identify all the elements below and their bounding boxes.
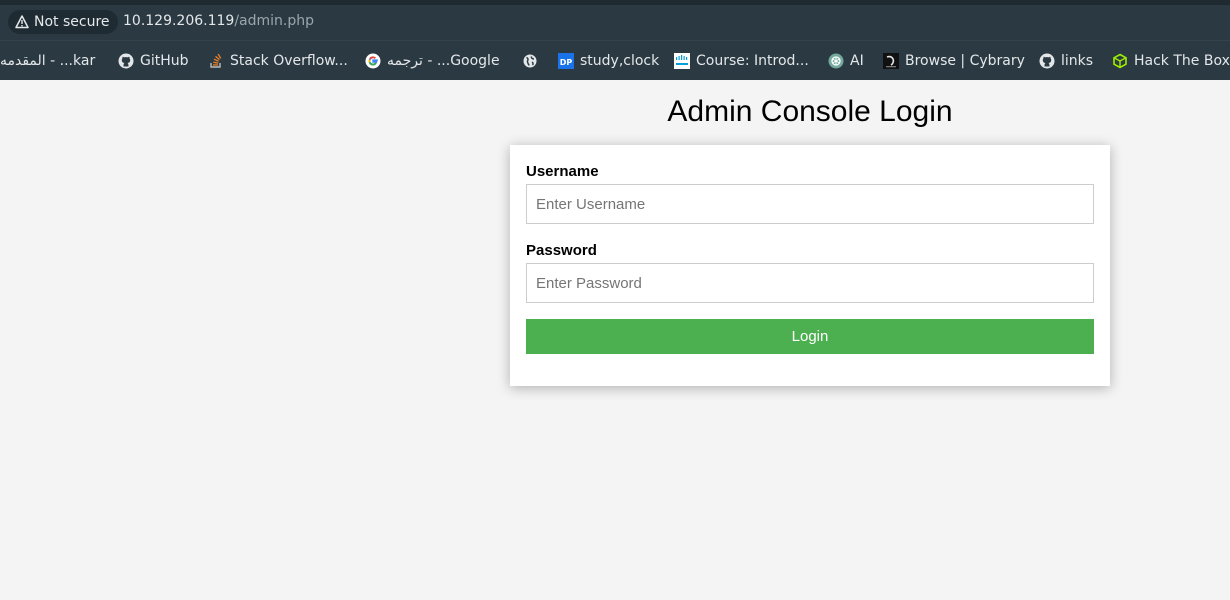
bookmark-label: study,clock: [580, 53, 660, 69]
security-label: Not secure: [34, 14, 110, 30]
warning-icon: [15, 15, 29, 29]
dp-icon: DP: [558, 53, 574, 69]
bookmark-item-course[interactable]: Course: Introd...: [674, 51, 809, 71]
cisco-icon: [674, 53, 690, 69]
bookmark-label: links: [1061, 53, 1094, 69]
globe-icon: [523, 54, 537, 68]
username-label: Username: [526, 163, 599, 180]
github-icon: [1039, 53, 1055, 69]
address-bar[interactable]: Not secure 10.129.206.119/admin.php: [0, 0, 1230, 40]
page-title: Admin Console Login: [667, 95, 953, 128]
bookmark-item[interactable]: kar... - المقدمه: [0, 51, 95, 71]
cybrary-icon: [883, 53, 899, 69]
bookmark-item-ai[interactable]: AI: [828, 51, 864, 71]
security-indicator[interactable]: Not secure: [8, 10, 118, 34]
htb-icon: [1113, 53, 1127, 69]
bookmark-label: Stack Overflow...: [230, 53, 348, 69]
login-button[interactable]: Login: [526, 319, 1094, 354]
username-input[interactable]: [526, 184, 1094, 224]
bookmark-label: kar... - المقدمه: [0, 53, 96, 69]
bookmark-label: Hack The Box: [1134, 53, 1230, 69]
bookmark-label: GitHub: [140, 53, 189, 69]
bookmark-label: AI: [850, 53, 864, 69]
bookmark-label: Course: Introd...: [696, 53, 809, 69]
bookmark-item-stackoverflow[interactable]: Stack Overflow...: [208, 51, 348, 71]
password-input[interactable]: [526, 263, 1094, 303]
bookmarks-bar: kar... - المقدمه GitHub Stack Overflow..…: [0, 40, 1230, 80]
password-label: Password: [526, 242, 597, 259]
bookmark-item-github[interactable]: GitHub: [118, 51, 189, 71]
bookmark-item-google[interactable]: Google... - ترجمه: [365, 51, 500, 71]
bookmark-item-links[interactable]: links: [1039, 51, 1093, 71]
login-form: Username Password Login: [510, 145, 1110, 386]
github-icon: [118, 53, 134, 69]
bookmark-item-globe[interactable]: [522, 51, 538, 71]
url-text[interactable]: 10.129.206.119/admin.php: [123, 13, 314, 29]
bookmark-item-cybrary[interactable]: Browse | Cybrary: [883, 51, 1025, 71]
google-icon: [365, 53, 381, 69]
bookmark-label: Browse | Cybrary: [905, 53, 1025, 69]
bookmark-item-study-clock[interactable]: DP study,clock: [558, 51, 659, 71]
svg-text:DP: DP: [560, 58, 573, 67]
stackoverflow-icon: [210, 53, 222, 68]
url-host: 10.129.206.119: [123, 13, 235, 29]
bookmark-label: Google... - ترجمه: [387, 53, 500, 69]
bookmark-item-hackthebox[interactable]: Hack The Box: [1112, 51, 1230, 71]
url-path: /admin.php: [234, 13, 315, 29]
openai-icon: [828, 53, 844, 69]
